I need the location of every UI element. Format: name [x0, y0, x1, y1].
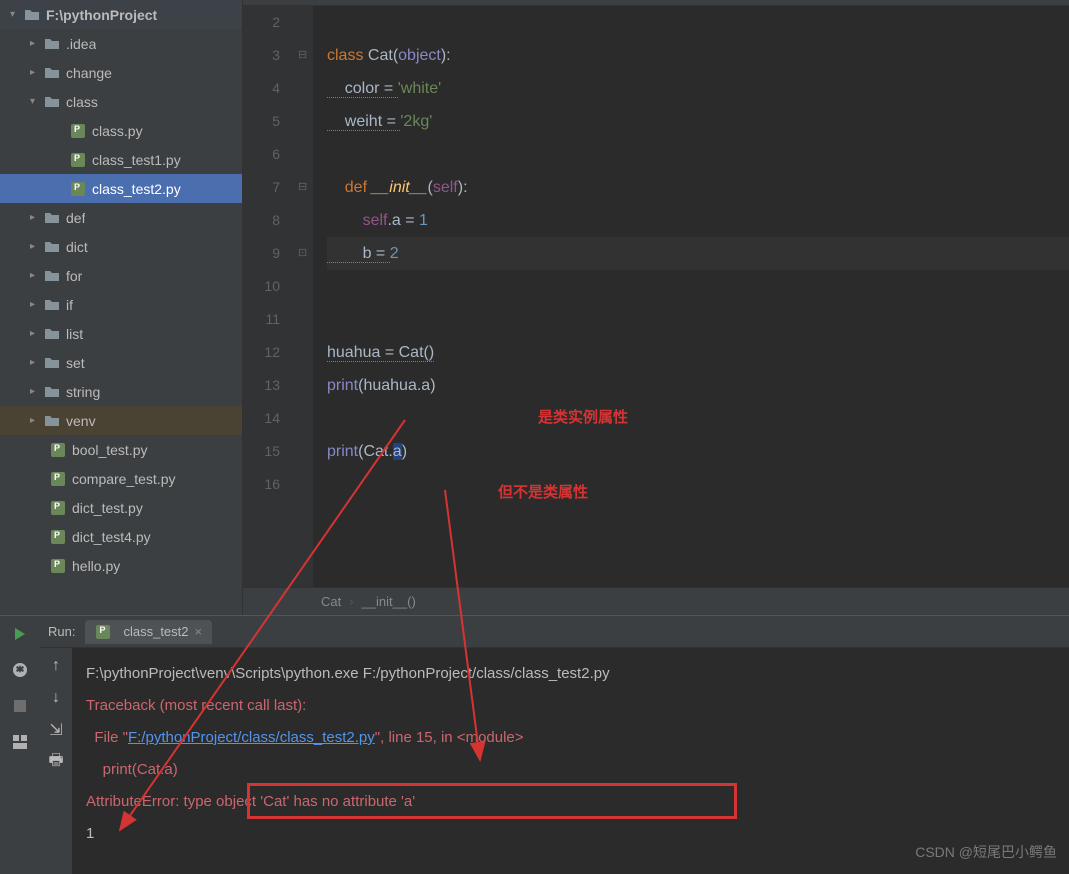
tree-item-bool-test[interactable]: bool_test.py [0, 435, 242, 464]
settings-icon[interactable] [10, 660, 30, 680]
export-icon[interactable]: ⇲ [46, 720, 66, 740]
chevron-down-icon: ▾ [30, 96, 44, 107]
fold-gutter: ⊟ ⊟ ⊡ [298, 6, 313, 587]
chevron-right-icon: ▸ [30, 270, 44, 281]
tree-item-class-test2[interactable]: class_test2.py [0, 174, 242, 203]
tree-item-compare-test[interactable]: compare_test.py [0, 464, 242, 493]
run-toolbar-vertical [0, 616, 40, 874]
folder-icon [44, 326, 60, 342]
chevron-right-icon: ▸ [30, 357, 44, 368]
python-file-icon [50, 471, 66, 487]
scroll-down-icon[interactable]: ↓ [46, 688, 66, 708]
tree-item-dict-test4[interactable]: dict_test4.py [0, 522, 242, 551]
folder-icon [44, 239, 60, 255]
python-file-icon [95, 624, 111, 640]
chevron-right-icon: ▸ [30, 38, 44, 49]
tree-item-class-py[interactable]: class.py [0, 116, 242, 145]
code-editor[interactable]: 2 3 4 5 6 7 8 9 10 11 12 13 14 15 16 ⊟ ⊟ [243, 0, 1069, 615]
python-file-icon [70, 181, 86, 197]
chevron-down-icon: ▾ [10, 9, 24, 20]
tree-item-set[interactable]: ▸set [0, 348, 242, 377]
chevron-right-icon: ▸ [30, 212, 44, 223]
folder-icon [44, 355, 60, 371]
run-tab-bar: Run: class_test2 × [40, 616, 1069, 648]
python-file-icon [50, 500, 66, 516]
console-output-1: 1 [86, 818, 1055, 850]
folder-icon [44, 94, 60, 110]
tree-item-idea[interactable]: ▸.idea [0, 29, 242, 58]
code-content[interactable]: class Cat(object): color = 'white' weiht… [313, 6, 1069, 587]
traceback-file-link[interactable]: F:/pythonProject/class/class_test2.py [128, 729, 375, 746]
folder-icon [44, 268, 60, 284]
console-toolbar: ↑ ↓ ⇲ 🖶 [40, 648, 72, 874]
console-traceback-code: print(Cat.a) [86, 754, 1055, 786]
folder-icon [44, 384, 60, 400]
tree-item-list[interactable]: ▸list [0, 319, 242, 348]
tree-item-class-test1[interactable]: class_test1.py [0, 145, 242, 174]
python-file-icon [70, 123, 86, 139]
folder-icon [44, 65, 60, 81]
tree-root-label: F:\pythonProject [46, 7, 157, 23]
chevron-right-icon: ▸ [30, 299, 44, 310]
folder-icon [44, 36, 60, 52]
tree-item-dict[interactable]: ▸dict [0, 232, 242, 261]
line-gutter: 2 3 4 5 6 7 8 9 10 11 12 13 14 15 16 [243, 6, 298, 587]
tree-item-dict-test[interactable]: dict_test.py [0, 493, 242, 522]
tree-item-if[interactable]: ▸if [0, 290, 242, 319]
chevron-right-icon: ▸ [30, 415, 44, 426]
folder-icon [44, 413, 60, 429]
python-file-icon [50, 558, 66, 574]
breadcrumb-bar[interactable]: Cat › __init__() [243, 587, 1069, 615]
breadcrumb-item[interactable]: Cat [313, 594, 349, 609]
tree-item-for[interactable]: ▸for [0, 261, 242, 290]
run-button[interactable] [10, 624, 30, 644]
console-traceback-file: File "F:/pythonProject/class/class_test2… [86, 722, 1055, 754]
console-output[interactable]: F:\pythonProject\venv\Scripts\python.exe… [72, 648, 1069, 874]
run-label: Run: [48, 624, 85, 639]
run-tool-window: Run: class_test2 × ↑ ↓ ⇲ 🖶 F:\pythonProj… [0, 615, 1069, 874]
run-tab-label: class_test2 [123, 624, 188, 639]
tree-item-string[interactable]: ▸string [0, 377, 242, 406]
python-file-icon [50, 529, 66, 545]
folder-icon [24, 7, 40, 23]
chevron-right-icon: ▸ [30, 241, 44, 252]
tree-item-hello[interactable]: hello.py [0, 551, 242, 580]
csdn-watermark: CSDN @短尾巴小鳄鱼 [915, 842, 1057, 862]
tree-item-venv[interactable]: ▸venv [0, 406, 242, 435]
scroll-up-icon[interactable]: ↑ [46, 656, 66, 676]
folder-icon [44, 297, 60, 313]
tree-item-class[interactable]: ▾class [0, 87, 242, 116]
print-icon[interactable]: 🖶 [46, 752, 66, 772]
run-tab[interactable]: class_test2 × [85, 620, 212, 644]
chevron-right-icon: ▸ [30, 386, 44, 397]
console-attribute-error: AttributeError: type object 'Cat' has no… [86, 786, 1055, 818]
layout-icon[interactable] [10, 732, 30, 752]
folder-icon [44, 210, 60, 226]
chevron-right-icon: ▸ [30, 328, 44, 339]
stop-button[interactable] [10, 696, 30, 716]
tree-item-change[interactable]: ▸change [0, 58, 242, 87]
close-icon[interactable]: × [195, 624, 203, 639]
python-file-icon [50, 442, 66, 458]
breadcrumb-item[interactable]: __init__() [354, 594, 424, 609]
tree-item-def[interactable]: ▸def [0, 203, 242, 232]
project-tree: ▾ F:\pythonProject ▸.idea ▸change ▾class… [0, 0, 243, 615]
tree-root[interactable]: ▾ F:\pythonProject [0, 0, 242, 29]
console-exe-line: F:\pythonProject\venv\Scripts\python.exe… [86, 658, 1055, 690]
console-traceback-header: Traceback (most recent call last): [86, 690, 1055, 722]
python-file-icon [70, 152, 86, 168]
chevron-right-icon: ▸ [30, 67, 44, 78]
